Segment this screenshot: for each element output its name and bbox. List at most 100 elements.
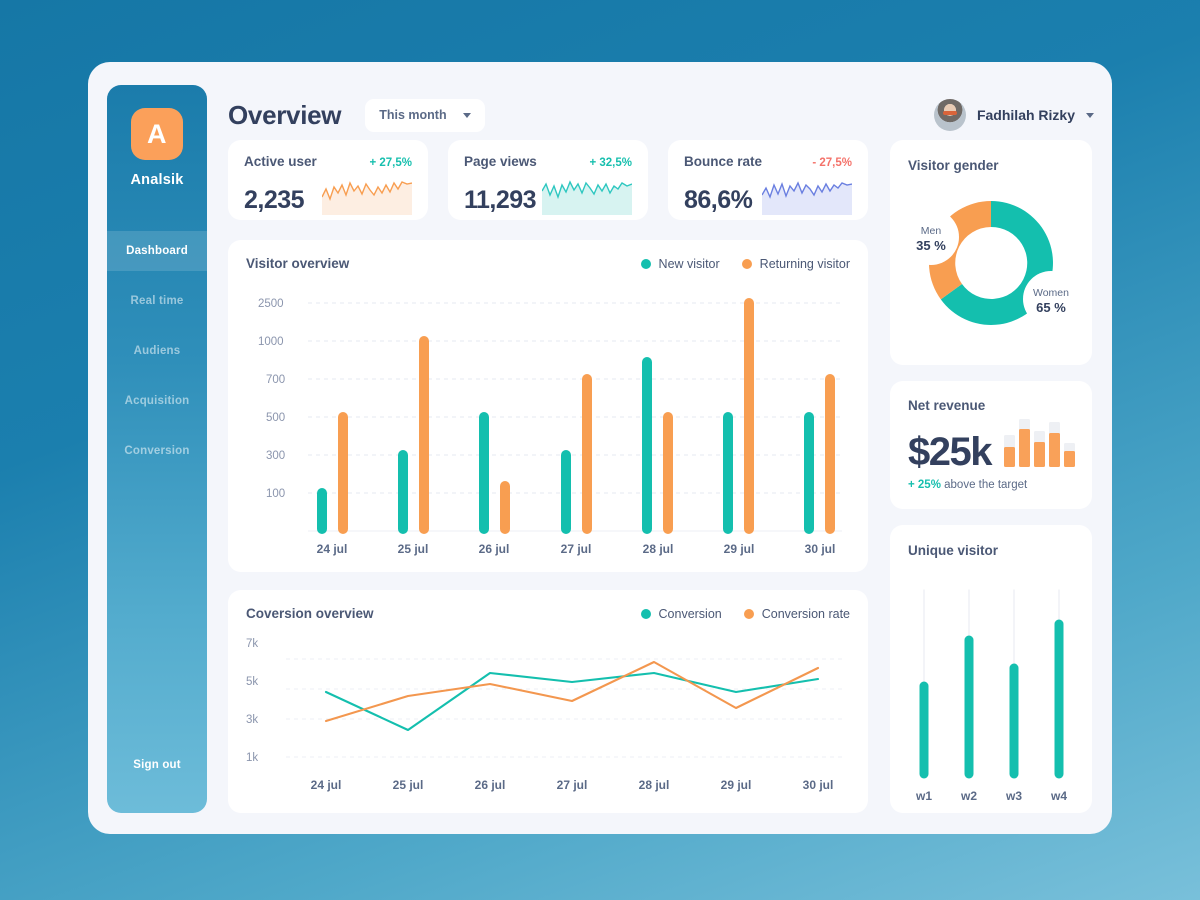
page-title: Overview [228,99,342,130]
app-window: A Analsik Dashboard Real time Audiens Ac… [88,62,1112,834]
x-tick-label: 30 jul [803,778,834,792]
sidebar-item-dashboard[interactable]: Dashboard [107,231,207,271]
legend-dot-icon [741,258,752,269]
legend-item-conversion-rate: Conversion rate [743,606,850,621]
y-tick-label: 100 [266,488,285,500]
chevron-down-icon [1086,112,1094,118]
logo-letter: A [147,118,167,149]
sidebar-item-label: Acquisition [124,395,190,407]
net-revenue-title: Net revenue [908,398,986,413]
x-tick-label: 26 jul [475,778,506,792]
legend-label: New visitor [658,256,720,271]
x-tick-label: 29 jul [721,778,752,792]
x-tick-label: 25 jul [398,542,429,556]
x-tick-label: 25 jul [393,778,424,792]
visitor-overview-chart: 2500 1000 700 500 300 100 24 jul 25 jul … [258,298,842,556]
topbar: Overview This month Fadhilah Rizky [228,90,1094,140]
x-tick-label: 28 jul [643,542,674,556]
visitor-overview-title: Visitor overview [246,256,350,271]
x-tick-label: 29 jul [724,542,755,556]
y-tick-label: 5k [246,676,258,688]
sidebar-item-label: Real time [130,295,184,307]
legend-dot-icon [743,608,754,619]
net-revenue-note-rest: above the target [940,479,1028,491]
unique-visitor-card: Unique visitor w1 w2 w3 w4 [890,525,1092,813]
net-revenue-note: + 25% above the target [890,475,1092,491]
y-tick-label: 3k [246,714,258,726]
sidebar-item-audiens[interactable]: Audiens [107,331,207,371]
period-select[interactable]: This month [365,98,485,132]
y-tick-label: 2500 [258,298,284,310]
stat-value: 11,293 [464,186,537,214]
sidebar: A Analsik Dashboard Real time Audiens Ac… [107,85,207,813]
stat-card-bounce-rate: Bounce rate - 27,5% 86,6% [668,140,868,220]
sidebar-item-label: Conversion [124,445,190,457]
sign-out-button[interactable]: Sign out [133,759,181,771]
sidebar-item-real-time[interactable]: Real time [107,281,207,321]
unique-visitor-title: Unique visitor [908,543,999,558]
x-tick-label: 26 jul [479,542,510,556]
y-tick-label: 1000 [258,336,284,348]
stat-card-active-user: Active user + 27,5% 2,235 [228,140,428,220]
sparkline-chart [542,180,632,215]
y-tick-label: 7k [246,638,258,650]
gender-bubble-men: Men 35 % [903,209,959,265]
user-name: Fadhilah Rizky [976,107,1075,123]
gender-bubble-women: Women 65 % [1023,271,1079,327]
y-tick-label: 1k [246,752,258,764]
x-tick-label: w4 [1050,789,1067,803]
y-tick-label: 700 [266,374,285,386]
coversion-overview-title: Coversion overview [246,606,374,621]
legend-item-new-visitor: New visitor [640,256,720,271]
visitor-overview-card: Visitor overview New visitor Returning v… [228,240,868,572]
x-tick-label: 27 jul [561,542,592,556]
brand: A Analsik [107,85,207,188]
svg-text:Women: Women [1033,287,1069,299]
y-tick-label: 300 [266,450,285,462]
legend-dot-icon [640,258,651,269]
legend-label: Conversion [658,606,722,621]
sidebar-item-conversion[interactable]: Conversion [107,431,207,471]
net-revenue-mini-bar-chart [1004,419,1075,467]
coversion-overview-legend: Conversion Conversion rate [640,606,850,621]
stat-delta: + 27,5% [369,157,412,169]
y-tick-label: 500 [266,412,285,424]
x-tick-label: w1 [915,789,932,803]
x-tick-label: 28 jul [639,778,670,792]
sparkline-chart [762,181,852,215]
x-tick-label: w2 [960,789,977,803]
sidebar-item-acquisition[interactable]: Acquisition [107,381,207,421]
sidebar-item-label: Dashboard [126,245,188,257]
x-tick-label: 24 jul [311,778,342,792]
x-tick-label: w3 [1005,789,1022,803]
sidebar-item-label: Audiens [133,345,181,357]
svg-text:Men: Men [921,225,942,237]
stat-card-page-views: Page views + 32,5% 11,293 [448,140,648,220]
visitor-gender-card: Visitor gender Men 35 % Women 65 % [890,140,1092,365]
stat-label: Active user [244,154,317,169]
chevron-down-icon [462,112,471,118]
stat-delta: + 32,5% [589,157,632,169]
net-revenue-card: Net revenue $25k + 25% above the target [890,381,1092,509]
svg-text:35 %: 35 % [916,238,946,253]
user-menu[interactable]: Fadhilah Rizky [933,99,1094,131]
legend-label: Conversion rate [761,606,850,621]
visitor-gender-title: Visitor gender [908,158,999,173]
legend-label: Returning visitor [759,256,850,271]
coversion-overview-chart: 7k 5k 3k 1k 24 jul 25 jul 26 jul 27 jul … [246,638,842,792]
unique-visitor-chart: w1 w2 w3 w4 [915,589,1067,803]
x-tick-label: 27 jul [557,778,588,792]
app-logo-icon: A [131,108,183,160]
legend-dot-icon [640,608,651,619]
stat-value: 2,235 [244,186,305,214]
avatar [933,99,966,131]
x-tick-label: 24 jul [317,542,348,556]
visitor-overview-legend: New visitor Returning visitor [640,256,850,271]
stat-value: 86,6% [684,186,753,214]
brand-name: Analsik [130,172,184,188]
stat-label: Page views [464,154,537,169]
stat-delta: - 27,5% [812,157,852,169]
visitor-gender-donut-chart: Men 35 % Women 65 % [903,201,1079,327]
coversion-overview-card: Coversion overview Conversion Conversion… [228,590,868,813]
sidebar-nav: Dashboard Real time Audiens Acquisition … [107,231,207,481]
